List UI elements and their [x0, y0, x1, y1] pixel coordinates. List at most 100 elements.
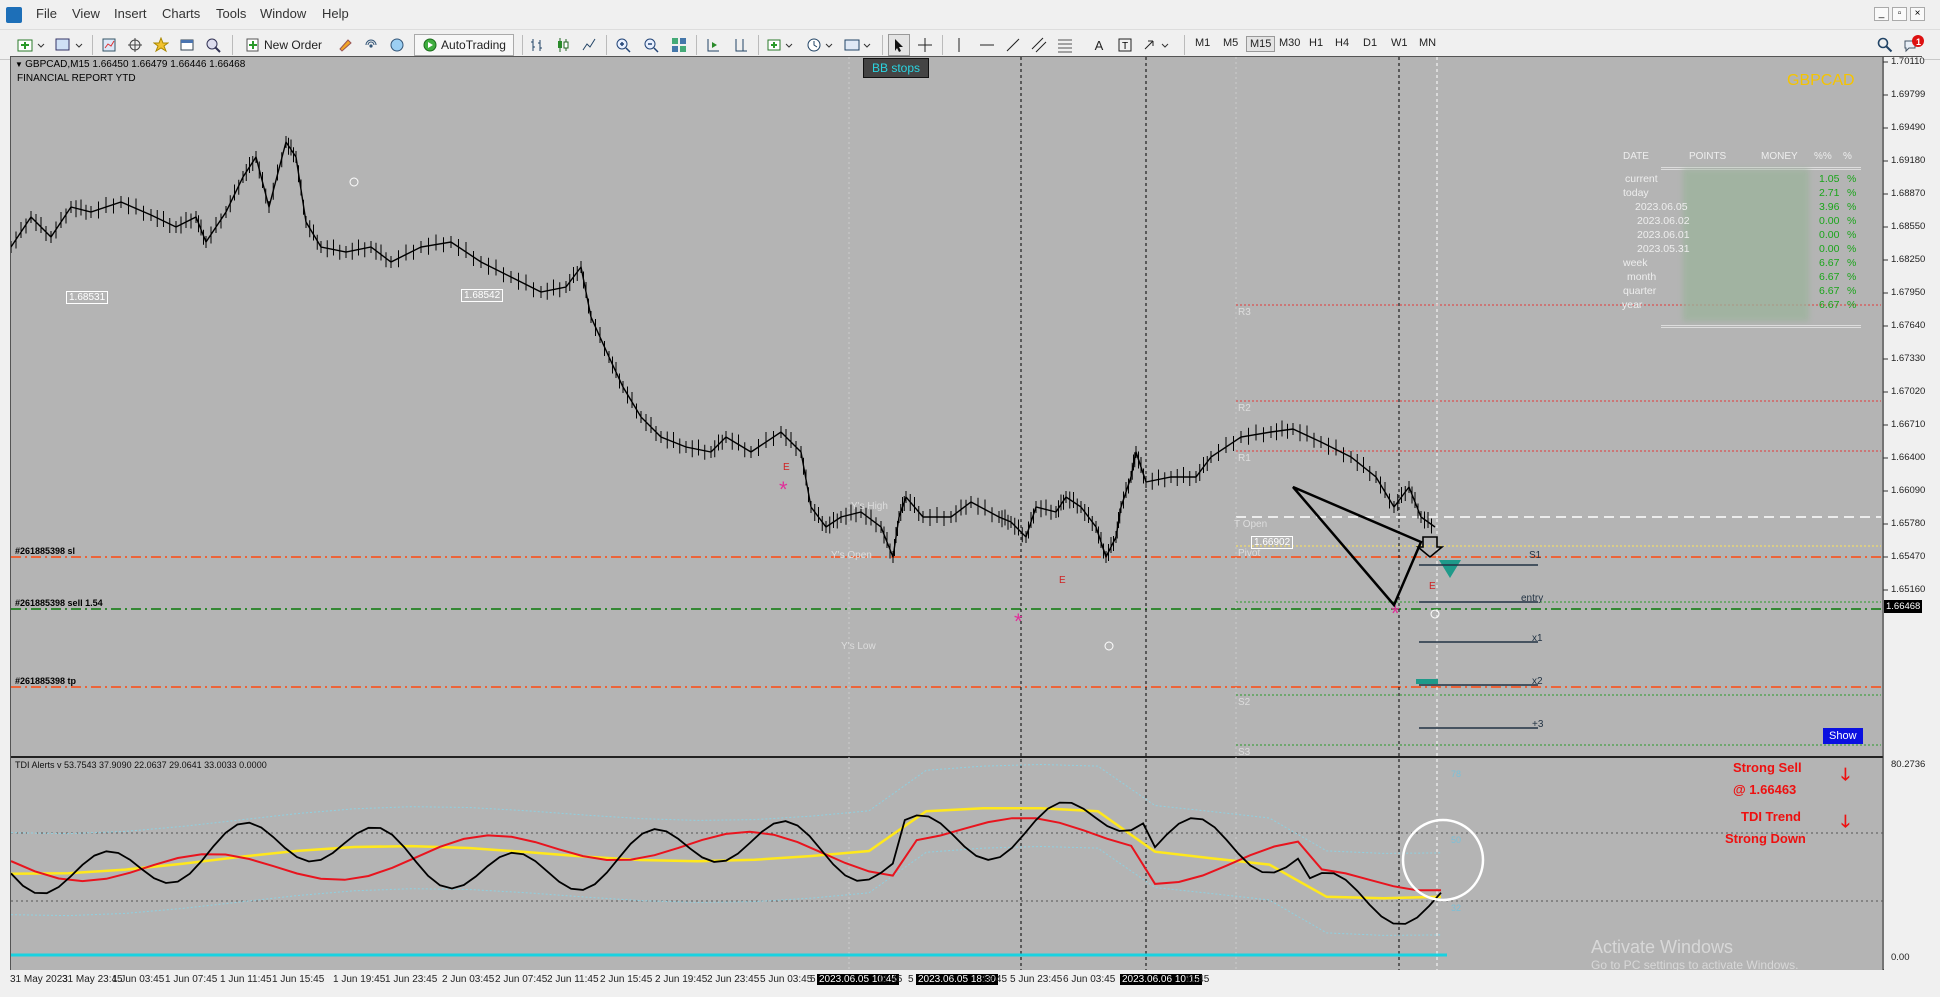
- line-chart-icon[interactable]: [578, 34, 600, 56]
- report-row-label: quarter: [1623, 285, 1657, 297]
- show-button[interactable]: Show: [1823, 728, 1863, 744]
- report-row-unit: %: [1847, 215, 1857, 227]
- timeframe-d1[interactable]: D1: [1360, 36, 1380, 50]
- terminal-icon[interactable]: [176, 34, 198, 56]
- collapse-icon[interactable]: ▼: [15, 60, 25, 69]
- minimize-button[interactable]: _: [1874, 7, 1889, 21]
- time-axis-label: 2 Jun 07:45: [495, 974, 548, 985]
- market-watch-icon[interactable]: [98, 34, 120, 56]
- report-header-date: DATE: [1623, 151, 1649, 162]
- timeframe-h1[interactable]: H1: [1306, 36, 1326, 50]
- market-icon[interactable]: [386, 34, 408, 56]
- menu-file[interactable]: File: [36, 6, 57, 21]
- tile-windows-icon[interactable]: [668, 34, 690, 56]
- report-row-pct: 6.67: [1819, 285, 1840, 297]
- down-arrow-icon: 🡓: [1841, 765, 1850, 784]
- timeframe-mn[interactable]: MN: [1416, 36, 1439, 50]
- bb-stops-button[interactable]: BB stops: [863, 58, 930, 78]
- alert-price: @ 1.66463: [1733, 782, 1797, 797]
- tester-icon[interactable]: [202, 34, 224, 56]
- periods-icon[interactable]: [804, 34, 838, 56]
- report-row-pct: 0.00: [1819, 243, 1840, 255]
- favorites-icon[interactable]: [150, 34, 172, 56]
- new-chart-icon[interactable]: [14, 34, 48, 56]
- timeframe-h4[interactable]: H4: [1332, 36, 1352, 50]
- candlestick-icon[interactable]: [552, 34, 574, 56]
- arrows-icon[interactable]: [1140, 34, 1174, 56]
- tdi-level-50: 50: [1451, 835, 1462, 845]
- bar-chart-icon[interactable]: [526, 34, 548, 56]
- menu-insert[interactable]: Insert: [114, 6, 147, 21]
- app-icon[interactable]: [6, 7, 22, 23]
- time-axis-label: 2 Jun 23:45: [707, 974, 760, 985]
- close-button[interactable]: ×: [1910, 7, 1925, 21]
- timeframe-m1[interactable]: M1: [1192, 36, 1213, 50]
- vertical-line-icon[interactable]: [948, 34, 970, 56]
- restore-button[interactable]: ▫: [1892, 7, 1907, 21]
- price-axis-label: 1.68870: [1891, 188, 1926, 199]
- time-axis-label: 6 Jun 03:45: [1063, 974, 1116, 985]
- y-open-label: Y's Open: [831, 550, 872, 561]
- horizontal-line-icon[interactable]: [976, 34, 998, 56]
- timeframe-m30[interactable]: M30: [1276, 36, 1303, 50]
- order-sl-label[interactable]: #261885398 sl: [15, 546, 75, 556]
- autotrading-button[interactable]: AutoTrading: [414, 34, 514, 56]
- notification-icon[interactable]: 1: [1900, 34, 1926, 56]
- trendline-icon[interactable]: [1002, 34, 1024, 56]
- alert-strong-down: Strong Down: [1725, 831, 1806, 846]
- tdi-level-78: 78: [1451, 769, 1462, 779]
- cursor-icon[interactable]: [888, 34, 910, 56]
- menu-window[interactable]: Window: [260, 6, 306, 21]
- signal-note: E: [1429, 581, 1436, 592]
- alert-strong-sell: Strong Sell: [1733, 760, 1802, 775]
- report-row-label: month: [1627, 271, 1657, 283]
- report-row-pct: 1.05: [1819, 173, 1840, 185]
- menu-charts[interactable]: Charts: [162, 6, 200, 21]
- report-row-label: 2023.06.01: [1637, 229, 1690, 241]
- watermark-line1: Activate Windows: [1591, 937, 1734, 957]
- menu-tools[interactable]: Tools: [216, 6, 246, 21]
- time-axis-label: 1 Jun 15:45: [272, 974, 325, 985]
- price-axis-label: 1.67330: [1891, 353, 1926, 364]
- navigator-icon[interactable]: [124, 34, 146, 56]
- new-order-button[interactable]: New Order: [240, 34, 328, 56]
- chart-shift-icon[interactable]: [730, 34, 752, 56]
- entry-label: entry: [1521, 593, 1544, 604]
- templates-icon[interactable]: [842, 34, 876, 56]
- order-tp-label[interactable]: #261885398 tp: [15, 676, 76, 686]
- signals-icon[interactable]: [360, 34, 382, 56]
- timeframe-w1[interactable]: W1: [1388, 36, 1411, 50]
- timeframe-m5[interactable]: M5: [1220, 36, 1241, 50]
- menu-view[interactable]: View: [72, 6, 100, 21]
- signal-note: E: [783, 462, 790, 473]
- target-x2-label: x2: [1532, 676, 1543, 687]
- autotrading-label: AutoTrading: [441, 38, 506, 52]
- timeframe-m15[interactable]: M15: [1246, 36, 1276, 52]
- target-x3-label: +3: [1532, 719, 1544, 730]
- crosshair-icon[interactable]: [914, 34, 936, 56]
- price-axis-label: 1.65780: [1891, 518, 1926, 529]
- autoscroll-icon[interactable]: [702, 34, 724, 56]
- zoom-out-icon[interactable]: [640, 34, 662, 56]
- profiles-icon[interactable]: [52, 34, 86, 56]
- channel-icon[interactable]: [1028, 34, 1050, 56]
- fibonacci-icon[interactable]: [1054, 34, 1076, 56]
- time-axis-label: 2 Jun 11:45: [547, 974, 599, 985]
- time-axis-label: 11:45: [878, 974, 903, 985]
- metaeditor-icon[interactable]: [334, 34, 356, 56]
- tdi-title: TDI Alerts v 53.7543 37.9090 22.0637 29.…: [15, 760, 267, 770]
- text-label-icon[interactable]: T: [1114, 34, 1136, 56]
- zoom-in-icon[interactable]: [612, 34, 634, 56]
- report-divider: [1661, 325, 1861, 328]
- text-tool-icon[interactable]: A: [1088, 34, 1110, 56]
- report-row-unit: %: [1847, 285, 1857, 297]
- order-sell-label[interactable]: #261885398 sell 1.54: [15, 598, 103, 608]
- price-axis-label: 1.68250: [1891, 254, 1926, 265]
- chart-window[interactable]: * * * ▼ GBPCAD,M15 1.66450 1.66479 1.664…: [10, 56, 1926, 972]
- menu-help[interactable]: Help: [322, 6, 349, 21]
- indicators-icon[interactable]: [764, 34, 798, 56]
- report-row-label: 2023.06.02: [1637, 215, 1690, 227]
- report-header-pctpct: %%: [1814, 151, 1832, 162]
- time-axis-label: 2 Jun 03:45: [442, 974, 495, 985]
- search-icon[interactable]: [1874, 34, 1896, 56]
